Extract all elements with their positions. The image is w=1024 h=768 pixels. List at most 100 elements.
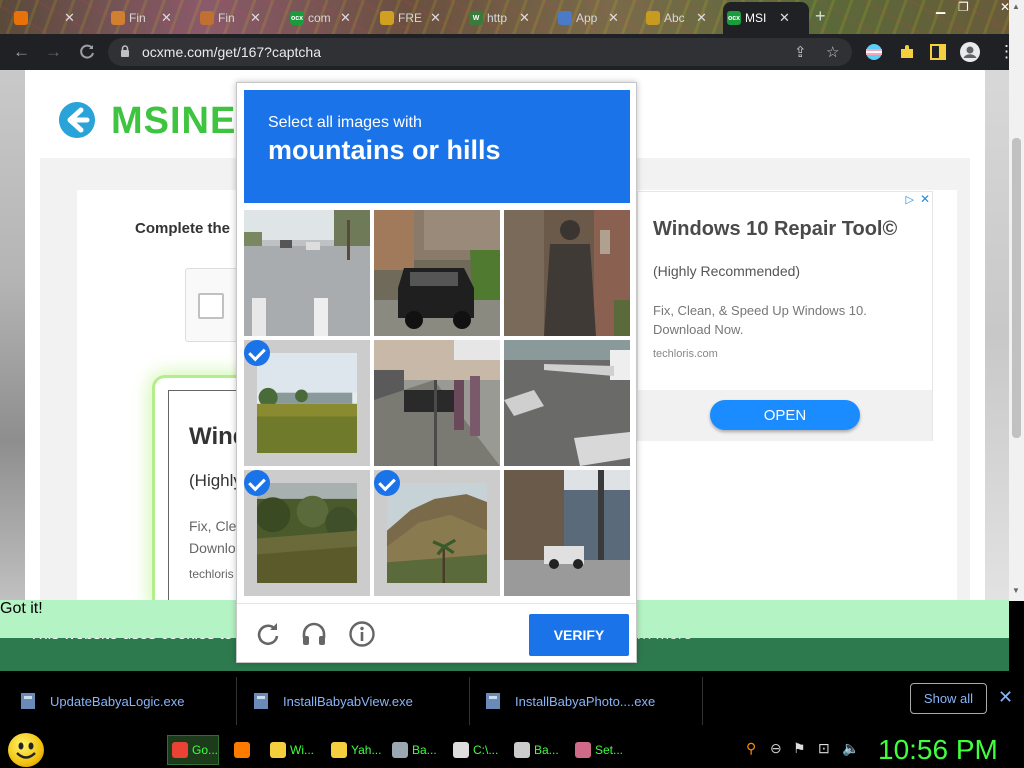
tile-image-street [244,210,370,336]
tab-title: Abc [664,11,685,25]
captcha-tile-9[interactable] [504,470,630,596]
extension-flag-icon[interactable] [865,43,883,61]
volume-icon[interactable]: 🔈 [842,740,859,757]
tab-close-icon[interactable]: ✕ [340,10,351,26]
download-item-1[interactable]: UpdateBabyaLogic.exe [20,687,184,715]
task-label: Ba... [412,743,437,757]
captcha-tile-6[interactable] [504,340,630,466]
tile-selected-check-icon [374,470,400,496]
sidepanel-icon[interactable] [930,43,946,61]
start-smiley-icon[interactable] [8,733,44,767]
taskbar-chrome[interactable]: Go... [167,735,219,765]
verify-button[interactable]: VERIFY [529,614,629,656]
scroll-down-icon[interactable]: ▼ [1012,586,1020,595]
profile-avatar-icon[interactable] [960,42,980,62]
tab-close-icon[interactable]: ✕ [430,10,441,26]
scrollbar-thumb[interactable] [1012,138,1021,438]
tab-close-icon[interactable]: ✕ [608,10,619,26]
tab-4[interactable]: ocx com ✕ [286,4,368,32]
tab-1[interactable]: ✕ [10,4,100,32]
firefox-icon [234,742,250,758]
download-item-2[interactable]: InstallBabyabView.exe [253,687,413,715]
ad-right[interactable]: ▷ ✕ Windows 10 Repair Tool© (Highly Reco… [637,191,933,441]
reload-icon[interactable] [78,43,96,61]
captcha-header: Select all images with mountains or hill… [244,90,630,203]
network-icon[interactable]: ⊡ [818,740,830,757]
back-icon[interactable]: ← [13,42,30,62]
task-label: Wi... [290,743,314,757]
tab-close-icon[interactable]: ✕ [696,10,707,26]
tray-circle-icon[interactable]: ⊖ [770,740,782,757]
tab-8[interactable]: Abc ✕ [642,4,724,32]
tab-close-icon[interactable]: ✕ [519,10,530,26]
captcha-tile-7[interactable] [244,470,370,596]
download-options-chevron-icon[interactable]: ︿ [205,687,221,715]
exe-file-icon [21,693,35,709]
task-label: Set... [595,743,624,757]
taskbar-yahoo[interactable]: Yah... [331,735,387,765]
download-filename: UpdateBabyaLogic.exe [50,693,185,709]
taskbar-firefox[interactable] [234,735,258,765]
ad-close-icon[interactable]: ✕ [920,192,930,206]
exe-file-icon [486,693,500,709]
adchoices-icon[interactable]: ▷ [906,193,914,206]
forward-icon[interactable]: → [45,42,62,62]
taskbar-settings[interactable]: Set... [575,735,627,765]
download-item-3[interactable]: InstallBabyaPhoto....exe [485,687,655,715]
captcha-tile-3[interactable] [504,210,630,336]
tab-close-icon[interactable]: ✕ [779,10,790,26]
captcha-tile-8[interactable] [374,470,500,596]
captcha-tile-1[interactable] [244,210,370,336]
smiley-face-icon [16,742,36,759]
scroll-up-icon[interactable]: ▲ [1012,2,1020,11]
tab-strip: ✕ Fin ✕ Fin ✕ ocx com ✕ FRE ✕ W http ✕ A… [0,0,1024,34]
tab-title: http [487,11,508,25]
minimize-icon[interactable]: ▁ [936,0,945,14]
download-separator [702,677,703,725]
taskbar-windows-explorer[interactable]: Wi... [270,735,322,765]
flag-alert-icon[interactable]: ⚑ [793,740,806,757]
tab-close-icon[interactable]: ✕ [64,10,75,26]
download-bar-close-icon[interactable]: ✕ [998,687,1013,708]
show-all-downloads-button[interactable]: Show all [910,683,987,714]
ad-open-button[interactable]: OPEN [710,400,860,430]
recaptcha-checkbox[interactable] [198,293,224,319]
taskbar-babya-2[interactable]: Ba... [514,735,564,765]
tab-3[interactable]: Fin ✕ [196,4,278,32]
search-key-icon[interactable]: ⚲ [746,740,756,757]
page-scrollbar[interactable]: ▲ ▼ [1009,0,1024,601]
tab-close-icon[interactable]: ✕ [250,10,261,26]
ad-left-desc: Fix, Cle Downlo [189,515,236,559]
tab-2[interactable]: Fin ✕ [107,4,189,32]
restore-icon[interactable]: ❐ [958,0,969,14]
tab-active[interactable]: ocx MSI ✕ [723,2,809,34]
refresh-icon[interactable] [254,620,282,648]
tab-7[interactable]: App ✕ [554,4,636,32]
captcha-tile-4[interactable] [244,340,370,466]
info-icon[interactable] [348,620,376,648]
captcha-instruction: Select all images with [268,114,422,131]
address-bar[interactable]: ocxme.com/get/167?captcha ⇪ ☆ [108,38,852,66]
download-separator [469,677,470,725]
download-options-chevron-icon[interactable]: ︿ [672,687,688,715]
captcha-tile-5[interactable] [374,340,500,466]
installer-icon [514,742,530,758]
share-icon[interactable]: ⇪ [794,43,807,61]
taskbar-babya-1[interactable]: Ba... [392,735,442,765]
captcha-tile-2[interactable] [374,210,500,336]
task-label: Ba... [534,743,559,757]
back-arrow-icon[interactable] [59,102,95,138]
bookmark-star-icon[interactable]: ☆ [826,43,839,61]
tab-favicon-icon: W [469,11,483,25]
taskbar-cmd[interactable]: C:\... [453,735,505,765]
tab-close-icon[interactable]: ✕ [161,10,172,26]
audio-headphones-icon[interactable] [300,620,328,648]
ad-right-title: Windows 10 Repair Tool© [653,218,898,240]
tab-6[interactable]: W http ✕ [465,4,547,32]
new-tab-button[interactable]: + [815,6,826,27]
download-options-chevron-icon[interactable]: ︿ [439,687,455,715]
tab-5[interactable]: FRE ✕ [376,4,458,32]
extensions-puzzle-icon[interactable] [898,43,916,61]
tab-favicon-icon [646,11,660,25]
tile-image-grass-field [257,353,357,453]
